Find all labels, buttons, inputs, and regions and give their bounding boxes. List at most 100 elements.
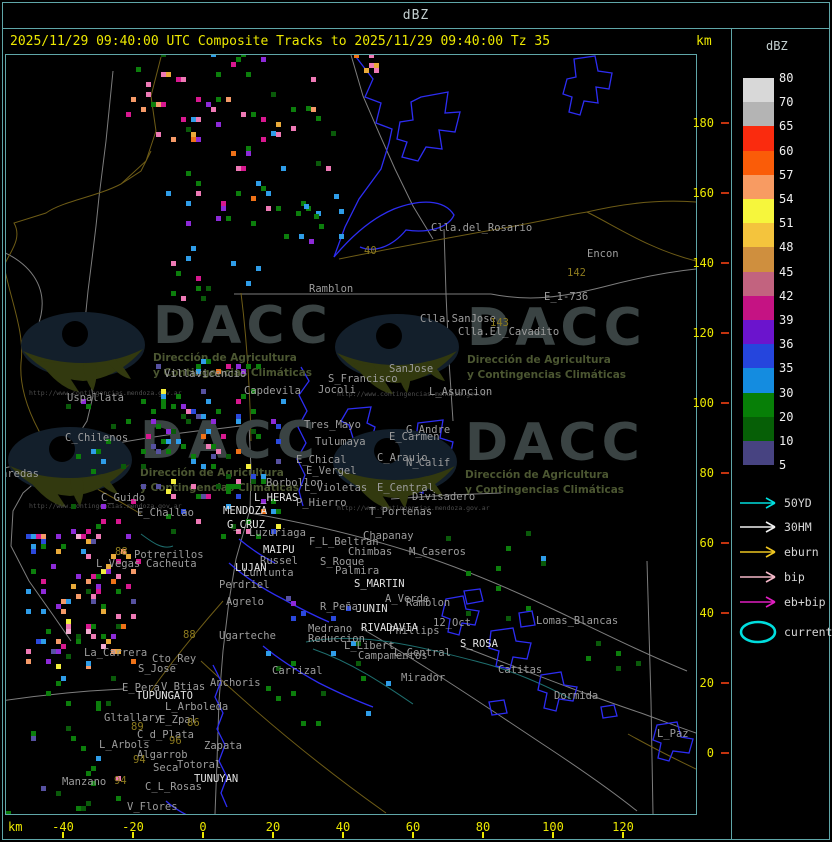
echo-pixel	[466, 611, 471, 616]
echo-pixel	[101, 519, 106, 524]
echo-pixel	[46, 691, 51, 696]
echo-pixel	[111, 676, 116, 681]
major-city-label: S_MARTIN	[354, 578, 405, 590]
echo-pixel	[61, 644, 66, 649]
route-number-label: 88	[115, 546, 128, 558]
y-axis-tick-label: 80	[699, 466, 714, 480]
echo-pixel	[339, 234, 344, 239]
echo-pixel	[301, 611, 306, 616]
scale-tick-label: 10	[779, 434, 794, 448]
echo-pixel	[526, 606, 531, 611]
echo-pixel	[281, 399, 286, 404]
echo-pixel	[101, 604, 106, 609]
echo-pixel	[96, 524, 101, 529]
major-city-label: TUNUYAN	[194, 773, 239, 785]
echo-pixel	[339, 209, 344, 214]
echo-pixel	[231, 151, 236, 156]
echo-pixel	[91, 599, 96, 604]
map-place-label: Mirador	[401, 672, 446, 684]
echo-pixel	[131, 659, 136, 664]
scale-tick-label: 60	[779, 144, 794, 158]
map-place-label: C_Guido	[101, 492, 146, 504]
map-place-label: L_Paz	[657, 728, 689, 740]
echo-pixel	[171, 137, 176, 142]
legend-symbol-eb+bip	[735, 590, 781, 614]
echo-pixel	[216, 122, 221, 127]
scale-block	[743, 247, 774, 272]
echo-pixel	[201, 414, 206, 419]
echo-pixel	[271, 92, 276, 97]
echo-pixel	[186, 201, 191, 206]
echo-pixel	[156, 424, 161, 429]
echo-pixel	[56, 664, 61, 669]
major-city-label: MAIPU	[263, 544, 295, 556]
echo-pixel	[216, 72, 221, 77]
echo-pixel	[141, 449, 146, 454]
legend-label: current	[784, 625, 832, 639]
echo-pixel	[256, 434, 261, 439]
scale-title: dBZ	[766, 39, 788, 53]
map-place-label: P_Hierro	[296, 497, 347, 509]
echo-pixel	[196, 286, 201, 291]
echo-pixel	[81, 746, 86, 751]
echo-pixel	[191, 454, 196, 459]
echo-pixel	[276, 459, 281, 464]
echo-pixel	[196, 97, 201, 102]
legend-symbol-50YD	[735, 491, 781, 515]
echo-pixel	[61, 599, 66, 604]
map-place-label: E_Carmen	[389, 431, 440, 443]
echo-pixel	[26, 659, 31, 664]
echo-pixel	[261, 137, 266, 142]
echo-pixel	[91, 624, 96, 629]
echo-pixel	[46, 659, 51, 664]
echo-pixel	[86, 539, 91, 544]
echo-pixel	[66, 404, 71, 409]
echo-pixel	[334, 194, 339, 199]
scale-tick-label: 57	[779, 168, 794, 182]
echo-pixel	[246, 281, 251, 286]
map-place-label: E_Challao	[137, 507, 194, 519]
echo-pixel	[91, 539, 96, 544]
echo-pixel	[291, 691, 296, 696]
route-number-label: 94	[133, 754, 146, 766]
echo-pixel	[304, 204, 309, 209]
scale-tick-label: 80	[779, 71, 794, 85]
echo-pixel	[236, 166, 241, 171]
echo-pixel	[56, 649, 61, 654]
echo-pixel	[101, 609, 106, 614]
echo-pixel	[91, 469, 96, 474]
echo-pixel	[181, 117, 186, 122]
echo-pixel	[51, 564, 56, 569]
echo-pixel	[36, 534, 41, 539]
echo-pixel	[61, 609, 66, 614]
echo-pixel	[276, 509, 281, 514]
echo-pixel	[226, 97, 231, 102]
y-axis-tick-label: 120	[692, 326, 714, 340]
echo-pixel	[196, 181, 201, 186]
echo-pixel	[226, 474, 231, 479]
y-axis-tick-label: 40	[699, 606, 714, 620]
echo-pixel	[226, 216, 231, 221]
echo-pixel	[171, 479, 176, 484]
echo-pixel	[121, 464, 126, 469]
echo-pixel	[76, 594, 81, 599]
timestamp-header: 2025/11/29 09:40:00 UTC Composite Tracks…	[10, 34, 551, 49]
map-place-label: C_Chilenos	[65, 432, 129, 444]
map-place-label: Ramblon	[406, 597, 451, 609]
echo-pixel	[166, 449, 171, 454]
y-axis-tick	[721, 122, 729, 124]
echo-pixel	[616, 666, 621, 671]
map-place-label: Ramblon	[309, 283, 354, 295]
map-place-label: E_Vergel	[306, 465, 357, 477]
echo-pixel	[31, 544, 36, 549]
echo-pixel	[61, 676, 66, 681]
legend-label: eburn	[784, 545, 819, 559]
map-place-label: Anchoris	[210, 677, 261, 689]
radar-app-window: dBZ 2025/11/29 09:40:00 UTC Composite Tr…	[0, 0, 832, 842]
echo-pixel	[196, 191, 201, 196]
echo-pixel	[86, 579, 91, 584]
y-axis-tick	[721, 542, 729, 544]
echo-pixel	[26, 589, 31, 594]
echo-pixel	[166, 191, 171, 196]
echo-pixel	[226, 454, 231, 459]
